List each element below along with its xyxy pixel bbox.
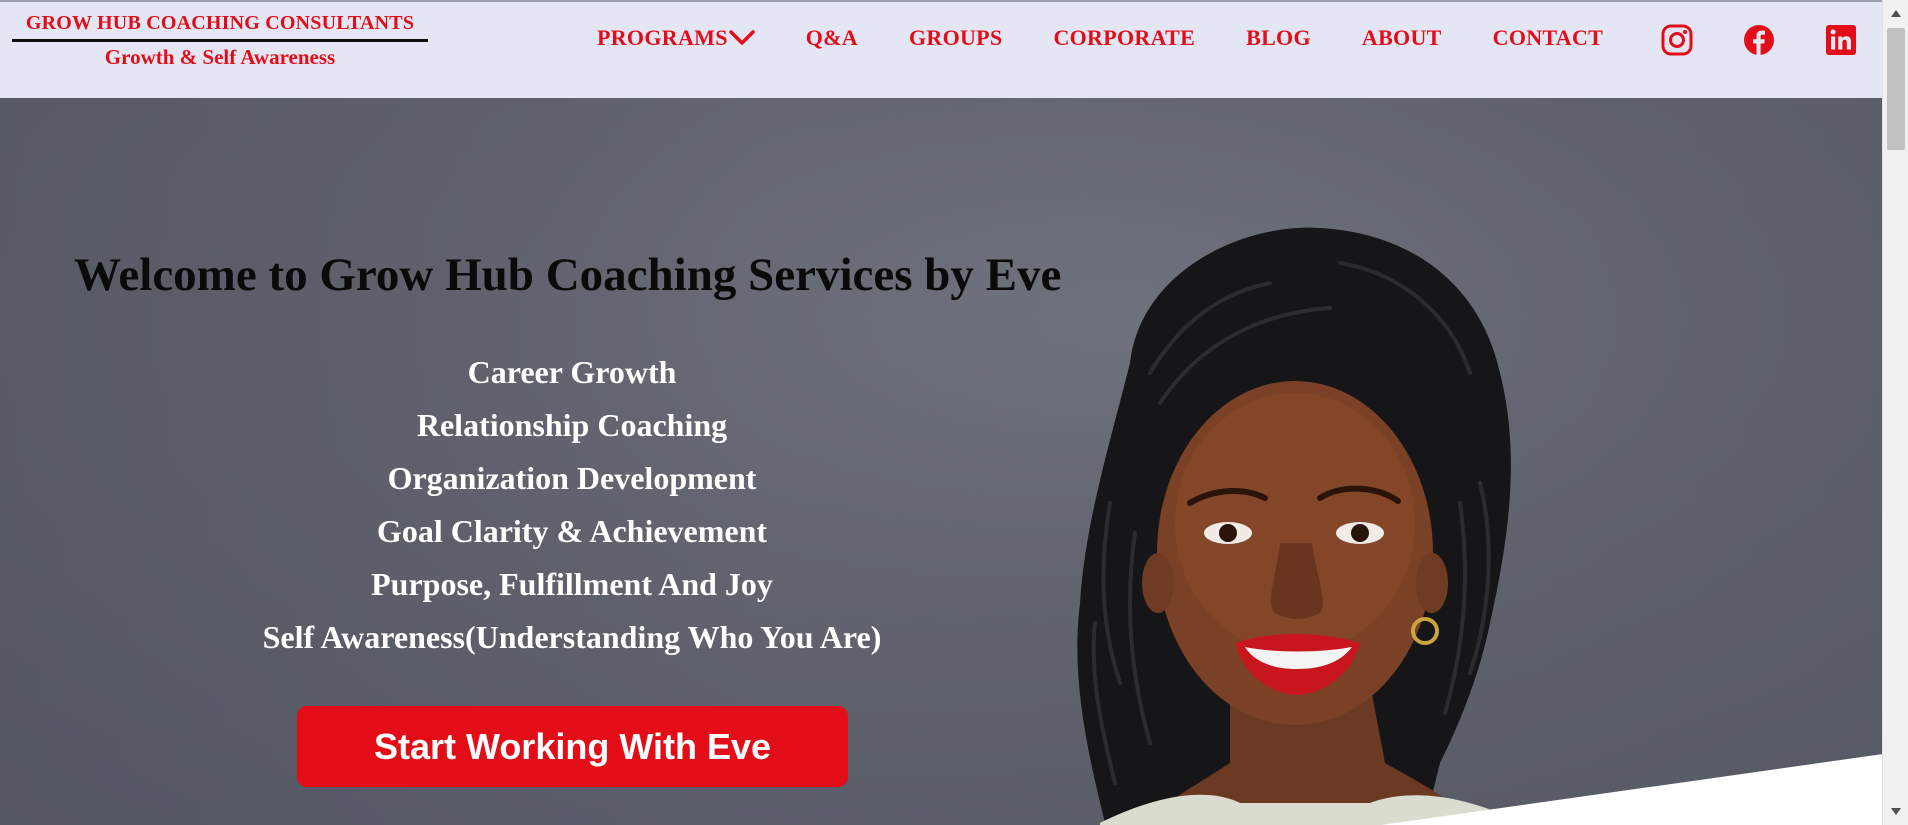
nav-item-about[interactable]: ABOUT: [1362, 25, 1442, 51]
scrollbar-thumb[interactable]: [1887, 28, 1905, 150]
coach-portrait: [1077, 227, 1526, 825]
nav-item-qa[interactable]: Q&A: [806, 25, 858, 51]
service-item: Relationship Coaching: [416, 407, 728, 443]
service-item: Organization Development: [387, 460, 757, 496]
hero-headline: Welcome to Grow Hub Coaching Services by…: [74, 249, 1062, 301]
nav-item-blog[interactable]: BLOG: [1246, 25, 1311, 51]
site-header: GROW HUB COACHING CONSULTANTS Growth & S…: [0, 0, 1882, 98]
logo-title: GROW HUB COACHING CONSULTANTS: [12, 12, 428, 42]
nav-item-label: PROGRAMS: [597, 25, 728, 50]
linkedin-icon[interactable]: [1825, 24, 1857, 56]
logo-tagline: Growth & Self Awareness: [104, 45, 336, 69]
nav-item-groups[interactable]: GROUPS: [909, 25, 1002, 51]
service-item: Self Awareness(Understanding Who You Are…: [262, 619, 882, 655]
service-item: Goal Clarity & Achievement: [376, 513, 768, 549]
scroll-down-arrow-icon[interactable]: [1883, 801, 1908, 821]
hero-section: Welcome to Grow Hub Coaching Services by…: [0, 98, 1882, 825]
services-list: Career Growth Relationship Coaching Orga…: [172, 346, 972, 664]
chevron-down-icon: [728, 30, 755, 45]
start-working-button[interactable]: Start Working With Eve: [297, 706, 848, 787]
section-divider: [1381, 754, 1882, 825]
instagram-icon[interactable]: [1661, 24, 1693, 56]
service-item: Purpose, Fulfillment And Joy: [371, 566, 773, 602]
site-logo[interactable]: GROW HUB COACHING CONSULTANTS Growth & S…: [12, 12, 428, 70]
page: GROW HUB COACHING CONSULTANTS Growth & S…: [0, 0, 1882, 825]
service-item: Career Growth: [467, 354, 677, 390]
scroll-up-arrow-icon[interactable]: [1883, 4, 1908, 24]
nav-item-corporate[interactable]: CORPORATE: [1053, 25, 1195, 51]
vertical-scrollbar[interactable]: [1882, 0, 1908, 825]
nav-item-programs[interactable]: PROGRAMS: [597, 25, 755, 51]
main-nav: PROGRAMS Q&A GROUPS CORPORATE BLOG ABOUT…: [597, 25, 1603, 51]
nav-item-contact[interactable]: CONTACT: [1493, 25, 1603, 51]
facebook-icon[interactable]: [1743, 24, 1775, 56]
